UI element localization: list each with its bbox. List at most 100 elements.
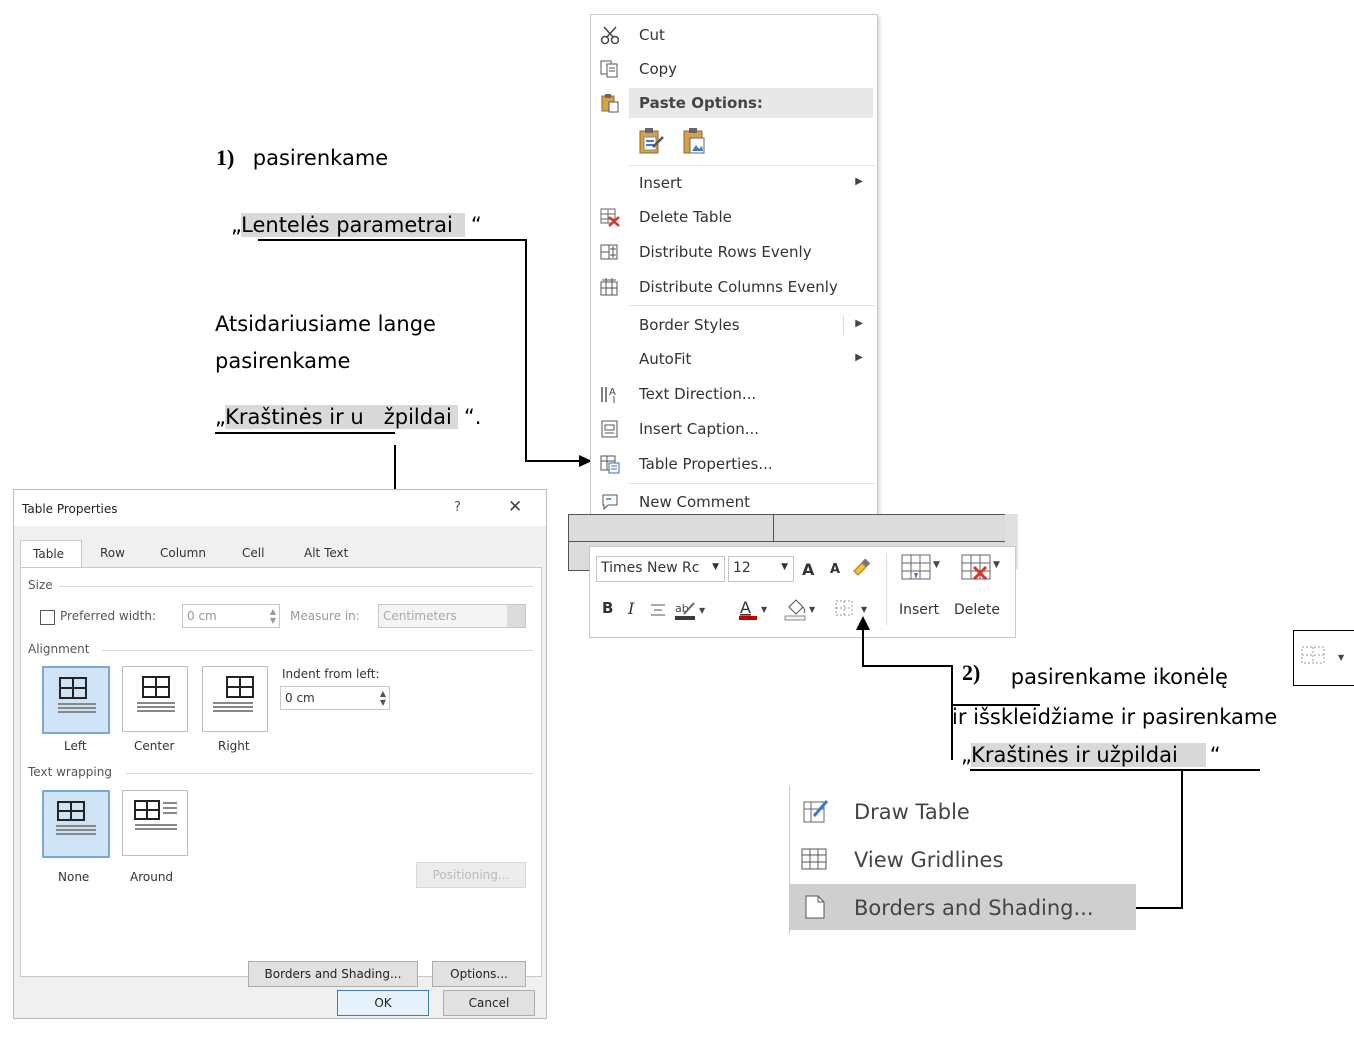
font-color-icon[interactable]: A ▼	[738, 597, 772, 625]
step1-text: pasirenkame	[252, 146, 389, 170]
step1-heading: 1) pasirenkame	[216, 145, 388, 171]
tab-strip: Table Row Column Cell Alt Text	[20, 540, 540, 569]
menu-item-distribute-rows[interactable]: Distribute Rows Evenly	[591, 236, 877, 268]
menu-item-insert-caption[interactable]: Insert Caption...	[591, 413, 877, 445]
chevron-down-icon: ▼	[781, 562, 788, 572]
font-size-box[interactable]: 12 ▼	[728, 556, 794, 582]
wrap-around-icon	[134, 800, 177, 830]
menu-item-insert[interactable]: Insert ▶	[591, 167, 877, 199]
shrink-font-button[interactable]: A	[830, 562, 840, 577]
distribute-rows-icon	[599, 242, 621, 262]
step1-number: 1)	[216, 145, 235, 170]
submenu-arrow-icon: ▶	[855, 176, 863, 187]
help-button[interactable]: ?	[454, 500, 461, 515]
connector-line	[1181, 769, 1183, 909]
ok-button[interactable]: OK	[337, 990, 429, 1016]
svg-text:▼: ▼	[809, 605, 816, 614]
highlight-color-icon[interactable]: ab ▼	[674, 599, 708, 625]
menu-item-distribute-columns[interactable]: Distribute Columns Evenly	[591, 271, 877, 303]
dropdown-item-view-gridlines[interactable]: View Gridlines	[790, 836, 1136, 882]
center-align-icon[interactable]	[650, 603, 666, 621]
menu-item-label: Cut	[639, 26, 665, 44]
align-center-option[interactable]	[122, 666, 188, 732]
menu-item-label: Delete Table	[639, 208, 732, 226]
align-right-option[interactable]	[202, 666, 268, 732]
svg-text:▼: ▼	[761, 605, 768, 614]
menu-item-label: Paste Options:	[639, 94, 763, 112]
scissors-icon	[599, 25, 621, 45]
paste-picture-icon[interactable]	[681, 127, 709, 157]
cancel-button[interactable]: Cancel	[443, 990, 535, 1016]
insert-table-icon[interactable]: ▼	[900, 553, 944, 589]
wrap-around-label: Around	[130, 870, 174, 884]
menu-item-table-properties[interactable]: Table Properties...	[591, 448, 877, 480]
borders-shading-icon	[802, 894, 828, 925]
menu-item-label: New Comment	[639, 493, 750, 511]
close-button[interactable]: ✕	[508, 497, 522, 517]
align-center-label: Center	[134, 739, 175, 753]
menu-item-cut[interactable]: Cut	[591, 19, 877, 51]
italic-button[interactable]: I	[628, 599, 634, 618]
menu-item-label: Text Direction...	[639, 385, 757, 403]
submenu-arrow-icon[interactable]: ▶	[855, 318, 863, 329]
preferred-width-field[interactable]: 0 cm ▲ ▼	[182, 604, 280, 628]
indent-field[interactable]: 0 cm ▲ ▼	[280, 686, 390, 710]
align-left-option[interactable]	[42, 666, 110, 734]
delete-table-icon[interactable]: ▼	[960, 553, 1004, 589]
submenu-arrow-icon: ▶	[855, 352, 863, 363]
group-divider	[58, 586, 534, 587]
alignment-group-label: Alignment	[28, 642, 90, 656]
svg-text:▼: ▼	[993, 560, 1000, 570]
step1-option2-underline	[215, 432, 395, 434]
font-name-value: Times New Rc	[601, 560, 700, 576]
menu-item-delete-table[interactable]: Delete Table	[591, 201, 877, 233]
align-right-label: Right	[218, 739, 250, 753]
grow-font-button[interactable]: A	[802, 560, 814, 579]
borders-and-shading-button[interactable]: Borders and Shading...	[248, 961, 418, 987]
tab-column[interactable]: Column	[160, 546, 206, 560]
toolbar-divider	[886, 553, 887, 625]
menu-item-copy[interactable]: Copy	[591, 53, 877, 85]
dropdown-item-draw-table[interactable]: Draw Table	[790, 788, 1136, 834]
options-button[interactable]: Options...	[432, 961, 526, 987]
menu-item-text-direction[interactable]: A Text Direction...	[591, 378, 877, 410]
menu-item-border-styles[interactable]: Border Styles ▶	[591, 309, 877, 341]
shading-color-icon[interactable]: ▼	[784, 597, 820, 625]
wrap-around-option[interactable]	[122, 790, 188, 856]
menu-item-label: Insert Caption...	[639, 420, 760, 438]
distribute-columns-icon	[599, 277, 621, 297]
copy-icon	[599, 59, 621, 79]
align-left-label: Left	[64, 739, 87, 753]
delete-label[interactable]: Delete	[954, 602, 1000, 618]
wrap-none-option[interactable]	[42, 790, 110, 858]
paste-keep-formatting-icon[interactable]	[637, 127, 665, 157]
connector-line	[862, 665, 952, 667]
svg-text:▼: ▼	[933, 560, 940, 570]
menu-item-label: Distribute Columns Evenly	[639, 278, 838, 296]
connector-line	[525, 460, 581, 462]
insert-label[interactable]: Insert	[899, 602, 939, 618]
measure-in-select[interactable]: Centimeters	[378, 604, 526, 628]
menu-item-autofit[interactable]: AutoFit ▶	[591, 343, 877, 375]
positioning-button[interactable]: Positioning...	[416, 862, 526, 888]
caption-icon	[599, 419, 621, 439]
menu-item-label: Distribute Rows Evenly	[639, 243, 812, 261]
preferred-width-checkbox[interactable]	[40, 610, 55, 625]
tab-row[interactable]: Row	[100, 546, 125, 560]
svg-text:▼: ▼	[699, 606, 706, 615]
tab-alt-text[interactable]: Alt Text	[304, 546, 348, 560]
preferred-width-label: Preferred width:	[60, 609, 157, 623]
step1-line2: Atsidariusiame lange	[215, 312, 436, 336]
tab-cell[interactable]: Cell	[242, 546, 264, 560]
format-painter-icon[interactable]	[850, 557, 872, 583]
dropdown-item-borders-shading[interactable]: Borders and Shading...	[790, 884, 1136, 930]
comment-icon	[599, 492, 621, 512]
mini-toolbar: Times New Rc ▼ 12 ▼ A A ▼ ▼ B I ab ▼ A ▼ ▼…	[589, 546, 1016, 638]
tab-table[interactable]: Table	[20, 540, 82, 569]
borders-icon: ▼	[1300, 645, 1352, 672]
dropdown-item-label: Draw Table	[854, 800, 970, 824]
menu-separator	[629, 165, 875, 166]
font-name-box[interactable]: Times New Rc ▼	[596, 556, 725, 582]
dropdown-item-label: Borders and Shading...	[854, 896, 1094, 920]
bold-button[interactable]: B	[602, 599, 613, 617]
